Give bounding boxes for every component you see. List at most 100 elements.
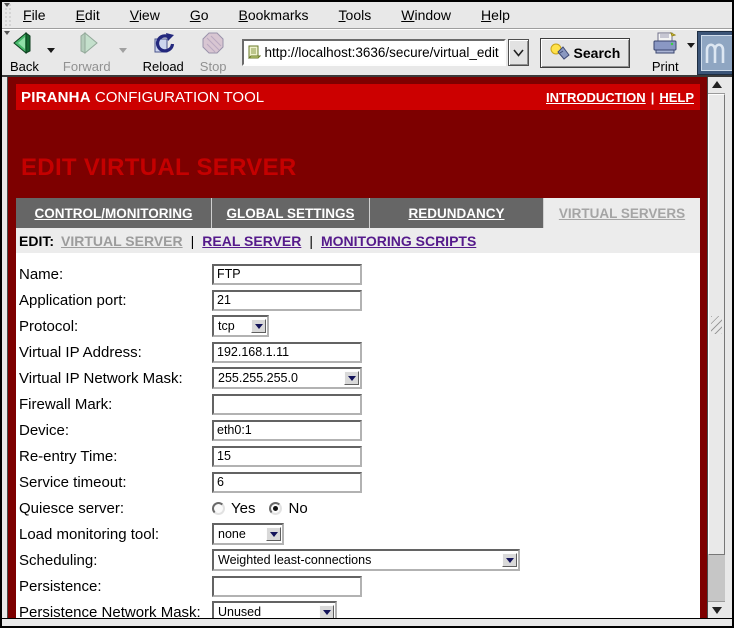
- forward-button[interactable]: Forward: [58, 31, 116, 74]
- tab-control-monitoring[interactable]: CONTROL/MONITORING: [16, 198, 212, 228]
- back-icon: [12, 32, 36, 59]
- field-label: Firewall Mark:: [16, 396, 212, 413]
- form-row-persistence: Persistence:: [16, 573, 700, 599]
- field-label: Persistence Network Mask:: [16, 604, 212, 619]
- url-dropdown-button[interactable]: [508, 39, 529, 66]
- subnav-link-monitoring-scripts[interactable]: MONITORING SCRIPTS: [321, 233, 476, 249]
- device-input[interactable]: [212, 420, 362, 441]
- persistence-network-mask-select[interactable]: Unused: [212, 601, 337, 618]
- load-monitoring-tool-select[interactable]: none: [212, 523, 284, 545]
- toolbar-grippy[interactable]: [3, 3, 11, 27]
- tab-label: GLOBAL SETTINGS: [226, 206, 354, 221]
- menu-file[interactable]: File: [13, 4, 56, 26]
- vertical-scrollbar[interactable]: [707, 77, 725, 618]
- service-timeout-input[interactable]: [212, 472, 362, 493]
- chevron-down-icon: [513, 49, 524, 57]
- select-dropdown-button[interactable]: [319, 605, 334, 618]
- arrow-down-icon: [506, 558, 514, 567]
- quiesce-server-radio-no[interactable]: [269, 502, 282, 515]
- search-button[interactable]: Search: [540, 38, 631, 68]
- introduction-link[interactable]: INTRODUCTION: [546, 90, 646, 105]
- menu-window[interactable]: Window: [391, 4, 461, 26]
- form-row-name: Name:: [16, 261, 700, 287]
- form-row-service-timeout: Service timeout:: [16, 469, 700, 495]
- subnav-separator: |: [191, 233, 195, 249]
- name-input[interactable]: [212, 264, 362, 285]
- banner-title: PIRANHA CONFIGURATION TOOL: [21, 89, 264, 106]
- reload-icon: [151, 32, 175, 59]
- radio-label: No: [288, 500, 307, 517]
- virtual-ip-network-mask-select[interactable]: 255.255.255.0: [212, 367, 362, 389]
- protocol-select[interactable]: tcp: [212, 315, 269, 337]
- form-row-firewall-mark: Firewall Mark:: [16, 391, 700, 417]
- select-dropdown-button[interactable]: [251, 319, 266, 333]
- menu-help[interactable]: Help: [471, 4, 520, 26]
- scrollbar-up-button[interactable]: [708, 77, 725, 94]
- form-row-device: Device:: [16, 417, 700, 443]
- forward-icon: [75, 32, 99, 59]
- scrollbar-thumb[interactable]: [708, 94, 725, 555]
- back-button[interactable]: Back: [5, 31, 44, 74]
- search-label: Search: [574, 45, 621, 61]
- form-row-application-port: Application port:: [16, 287, 700, 313]
- application-port-input[interactable]: [212, 290, 362, 311]
- menu-view[interactable]: View: [120, 4, 170, 26]
- menu-bookmarks[interactable]: Bookmarks: [229, 4, 319, 26]
- arrow-down-icon: [323, 610, 331, 618]
- scheduling-select[interactable]: Weighted least-connections: [212, 549, 520, 571]
- url-input[interactable]: [265, 45, 504, 60]
- form-row-load-monitoring-tool: Load monitoring tool:none: [16, 521, 700, 547]
- arrow-down-icon: [348, 376, 356, 385]
- forward-dropdown-icon[interactable]: [119, 48, 127, 57]
- field-label: Name:: [16, 266, 212, 283]
- select-dropdown-button[interactable]: [502, 553, 517, 567]
- subnav-prefix: EDIT:: [19, 233, 54, 249]
- quiesce-server-radio-yes[interactable]: [212, 502, 225, 515]
- select-dropdown-button[interactable]: [266, 527, 281, 541]
- tab-virtual-servers[interactable]: VIRTUAL SERVERS: [544, 198, 700, 228]
- banner-title-rest: CONFIGURATION TOOL: [91, 89, 264, 106]
- reload-button[interactable]: Reload: [138, 31, 189, 74]
- scrollbar-grip-icon: [711, 316, 722, 334]
- mozilla-m-icon: [701, 39, 733, 67]
- scrollbar-down-button[interactable]: [708, 601, 725, 618]
- select-dropdown-button[interactable]: [344, 371, 359, 385]
- persistence-input[interactable]: [212, 576, 362, 597]
- menu-bar: File Edit View Go Bookmarks Tools Window Help: [2, 2, 732, 29]
- virtual-ip-address-input[interactable]: [212, 342, 362, 363]
- print-label: Print: [652, 60, 679, 73]
- stop-icon: [202, 32, 224, 59]
- url-page-icon: [247, 45, 261, 60]
- page-viewport: PIRANHA CONFIGURATION TOOL INTRODUCTION …: [8, 77, 707, 618]
- firewall-mark-input[interactable]: [212, 394, 362, 415]
- stop-button[interactable]: Stop: [195, 31, 232, 74]
- menu-tools[interactable]: Tools: [329, 4, 382, 26]
- mozilla-logo-button[interactable]: [698, 32, 734, 74]
- tab-redundancy[interactable]: REDUNDANCY: [370, 198, 544, 228]
- url-bar-group: [242, 39, 529, 66]
- field-label: Quiesce server:: [16, 500, 212, 517]
- field-label: Protocol:: [16, 318, 212, 335]
- field-label: Load monitoring tool:: [16, 526, 212, 543]
- quiesce-server-radio-group: YesNo: [212, 500, 316, 517]
- navigation-toolbar: Back Forward Reload: [2, 29, 732, 77]
- menu-edit[interactable]: Edit: [66, 4, 110, 26]
- tab-global-settings[interactable]: GLOBAL SETTINGS: [212, 198, 370, 228]
- print-button[interactable]: Print: [646, 31, 684, 74]
- subnav-separator: |: [309, 233, 313, 249]
- help-link[interactable]: HELP: [659, 90, 694, 105]
- field-label: Virtual IP Network Mask:: [16, 370, 212, 387]
- subnav-link-virtual-server[interactable]: VIRTUAL SERVER: [61, 233, 183, 249]
- tab-label: CONTROL/MONITORING: [35, 206, 193, 221]
- print-dropdown-icon[interactable]: [687, 43, 695, 52]
- menu-go[interactable]: Go: [180, 4, 219, 26]
- url-field[interactable]: [242, 39, 506, 66]
- form-row-virtual-ip-network-mask: Virtual IP Network Mask:255.255.255.0: [16, 365, 700, 391]
- form-row-protocol: Protocol:tcp: [16, 313, 700, 339]
- page-title: EDIT VIRTUAL SERVER: [21, 154, 707, 182]
- back-dropdown-icon[interactable]: [47, 48, 55, 57]
- subnav-link-real-server[interactable]: REAL SERVER: [202, 233, 301, 249]
- re-entry-time-input[interactable]: [212, 446, 362, 467]
- print-icon: [651, 32, 679, 59]
- selected-value: tcp: [214, 319, 251, 333]
